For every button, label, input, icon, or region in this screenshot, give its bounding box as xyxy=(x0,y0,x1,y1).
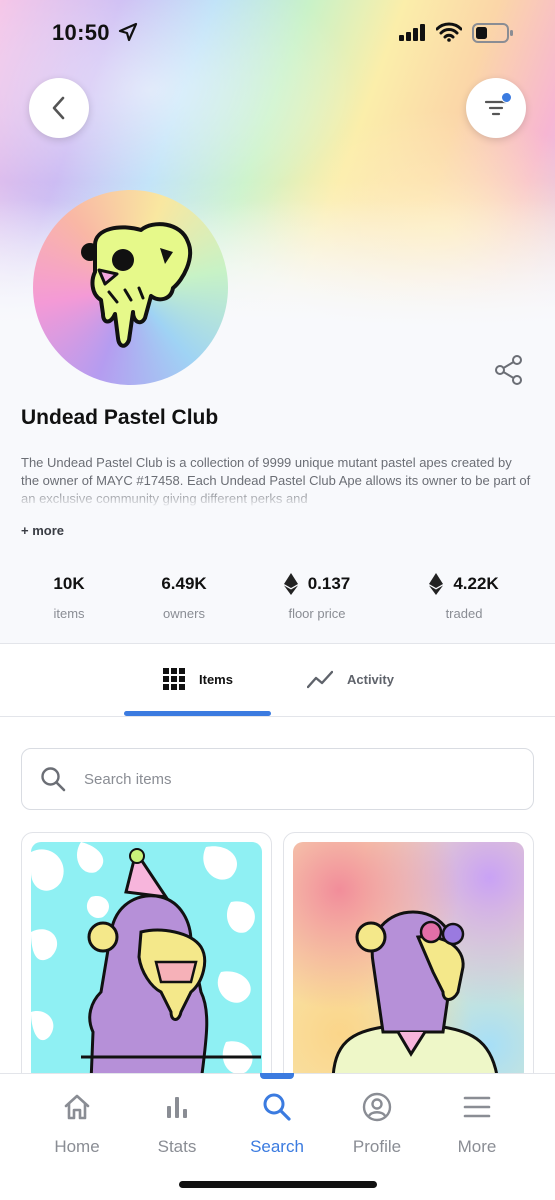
ethereum-icon xyxy=(283,573,298,595)
nav-label: More xyxy=(457,1137,497,1156)
location-arrow-icon xyxy=(118,22,138,42)
stat-value: 10K xyxy=(53,574,85,593)
search-icon xyxy=(263,1093,291,1121)
stat-value: 6.49K xyxy=(161,574,207,593)
collection-avatar xyxy=(33,190,228,385)
tab-label: Items xyxy=(199,671,233,687)
status-time: 10:50 xyxy=(52,20,110,45)
stat-floor-price: 0.137 floor price xyxy=(252,572,382,621)
chevron-left-icon xyxy=(52,96,65,120)
stat-label: traded xyxy=(445,606,483,621)
stat-traded: 4.22K traded xyxy=(399,572,529,621)
cellular-signal-icon xyxy=(399,24,425,41)
divider xyxy=(0,716,555,717)
trend-line-icon xyxy=(307,670,333,689)
menu-icon xyxy=(463,1096,491,1118)
divider xyxy=(0,643,555,644)
search-input[interactable] xyxy=(84,770,484,788)
stat-label: items xyxy=(53,606,85,621)
nft-card[interactable] xyxy=(283,832,534,1092)
nft-card[interactable] xyxy=(21,832,272,1092)
back-button[interactable] xyxy=(29,78,89,138)
share-icon[interactable] xyxy=(494,354,524,386)
tab-label: Activity xyxy=(347,671,394,687)
search-bar[interactable] xyxy=(21,748,534,810)
grid-icon xyxy=(163,668,185,690)
stat-value: 4.22K xyxy=(453,574,499,593)
ethereum-icon xyxy=(429,573,444,595)
nav-label: Stats xyxy=(157,1137,197,1156)
stat-label: floor price xyxy=(288,606,346,621)
nav-search[interactable]: Search xyxy=(232,1090,322,1157)
skull-logo-icon xyxy=(81,222,193,348)
nav-label: Search xyxy=(250,1137,304,1156)
collection-title: Undead Pastel Club xyxy=(21,406,219,429)
nav-stats[interactable]: Stats xyxy=(132,1090,222,1157)
nav-home[interactable]: Home xyxy=(32,1090,122,1157)
show-more-link[interactable]: + more xyxy=(21,523,64,538)
stat-items: 10K items xyxy=(4,572,134,621)
tab-items[interactable]: Items xyxy=(163,664,233,694)
filter-active-indicator xyxy=(501,92,512,103)
nft-image xyxy=(293,842,524,1082)
search-icon xyxy=(41,767,66,792)
active-nav-indicator xyxy=(260,1073,294,1079)
home-indicator xyxy=(179,1181,377,1188)
stat-owners: 6.49K owners xyxy=(119,572,249,621)
stat-label: owners xyxy=(163,606,205,621)
tab-activity[interactable]: Activity xyxy=(307,664,394,694)
stat-value: 0.137 xyxy=(307,574,351,593)
nav-profile[interactable]: Profile xyxy=(332,1090,422,1157)
nav-more[interactable]: More xyxy=(432,1090,522,1157)
filter-button[interactable] xyxy=(466,78,526,138)
description-fade xyxy=(21,488,531,508)
nft-image xyxy=(31,842,262,1082)
nav-label: Profile xyxy=(352,1137,402,1156)
nav-label: Home xyxy=(54,1137,100,1156)
home-icon xyxy=(64,1094,90,1120)
bar-chart-icon xyxy=(167,1097,187,1118)
profile-icon xyxy=(362,1092,392,1122)
battery-icon xyxy=(472,23,513,43)
wifi-icon xyxy=(436,22,462,42)
status-bar: 10:50 xyxy=(0,0,555,66)
